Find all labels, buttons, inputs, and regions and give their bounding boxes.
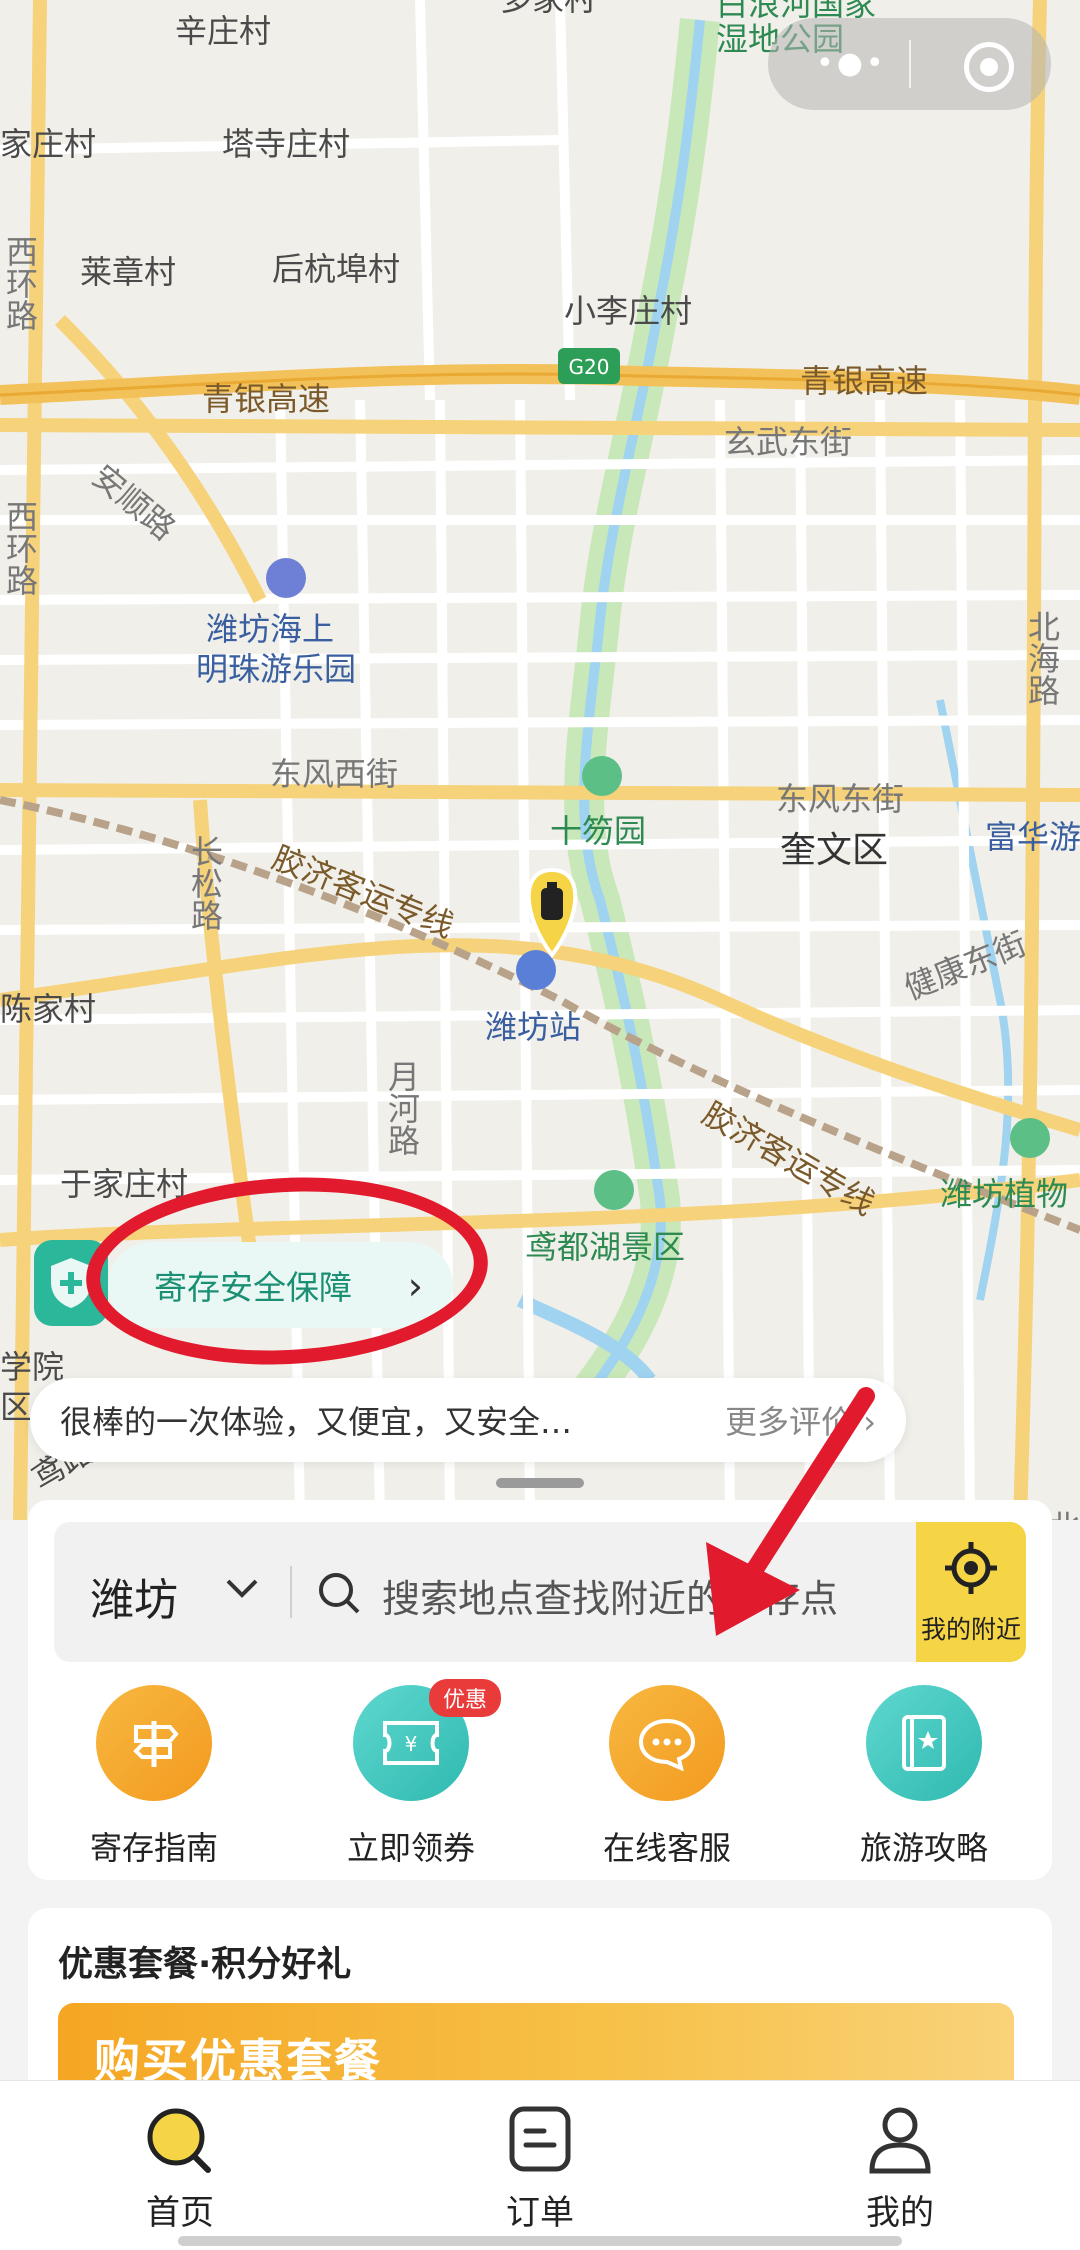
search-bar[interactable]: 潍坊 搜索地点查找附近的寄存点 我的附近 <box>54 1522 1026 1662</box>
quick-action-label: 立即领券 <box>346 1829 475 1867</box>
more-reviews-link[interactable]: 更多评价 › <box>725 1397 876 1443</box>
map-label: 西环路 <box>1 235 39 331</box>
review-banner[interactable]: 很棒的一次体验，又便宜，又安全… 更多评价 › <box>30 1378 906 1462</box>
tab-profile[interactable]: 我的 <box>810 2105 990 2234</box>
map-label: 后杭埠村 <box>272 250 400 288</box>
chat-bubble-icon <box>609 1685 725 1801</box>
quick-action-label: 旅游攻略 <box>859 1829 988 1867</box>
map-label: 学院 <box>0 1348 64 1386</box>
map-label: 奎文区 <box>780 830 888 871</box>
tab-label: 首页 <box>146 2193 214 2233</box>
tab-home[interactable]: 首页 <box>90 2105 270 2234</box>
quick-action-label: 在线客服 <box>602 1829 731 1867</box>
map-label: 区 <box>0 1388 32 1426</box>
guidebook-icon <box>866 1685 982 1801</box>
map-label: 潍坊植物 <box>940 1175 1068 1213</box>
review-text: 很棒的一次体验，又便宜，又安全… <box>60 1403 573 1441</box>
my-nearby-label: 我的附近 <box>920 1615 1021 1644</box>
mini-program-close-icon[interactable] <box>964 42 1014 92</box>
my-nearby-button[interactable]: 我的附近 <box>916 1522 1026 1662</box>
quick-action-online-service[interactable]: 在线客服 <box>577 1685 757 1869</box>
search-magnifier-icon <box>147 2108 211 2173</box>
map-label: 东风东街 <box>776 780 904 818</box>
svg-text:¥: ¥ <box>405 1732 418 1756</box>
quick-action-get-coupon[interactable]: ¥ 优惠 立即领券 <box>321 1679 502 1869</box>
map-label: 青银高速 <box>800 362 928 400</box>
map-label: 东风西街 <box>270 755 398 793</box>
home-indicator <box>178 2236 902 2246</box>
map-label-g20: G20 <box>569 355 610 379</box>
map-label: 小李庄村 <box>564 292 692 330</box>
city-selector[interactable]: 潍坊 <box>90 1564 178 1628</box>
map-label: 潍坊站 <box>485 1008 581 1046</box>
quick-action-label: 寄存指南 <box>89 1829 218 1867</box>
signpost-icon <box>96 1685 212 1801</box>
tab-label: 我的 <box>866 2193 934 2233</box>
order-document-icon <box>509 2106 571 2172</box>
search-icon <box>319 1573 360 1614</box>
chevron-down-icon[interactable] <box>224 1576 260 1600</box>
map-label: 塔寺庄村 <box>222 125 350 163</box>
map-label: 辛庄村 <box>175 12 271 50</box>
map-label: 月河路 <box>383 1060 421 1156</box>
map-label: 莱章村 <box>80 253 176 291</box>
bottom-tab-bar: 首页 订单 我的 <box>0 2080 1080 2250</box>
map-label: 北海路 <box>1023 610 1061 706</box>
quick-action-storage-guide[interactable]: 寄存指南 <box>64 1685 244 1869</box>
safety-guarantee-label: 寄存安全保障 <box>154 1268 352 1307</box>
sheet-drag-handle[interactable] <box>496 1478 584 1488</box>
map-label: 陈家村 <box>0 990 96 1028</box>
map-label: 青银高速 <box>202 380 330 418</box>
chevron-right-icon: › <box>407 1264 423 1308</box>
tab-label: 订单 <box>506 2193 574 2233</box>
map-label: 十笏园 <box>550 812 646 850</box>
discount-badge: 优惠 <box>429 1679 502 1717</box>
search-panel: 潍坊 搜索地点查找附近的寄存点 我的附近 寄存指南 ¥ 优惠 立即领券 在线客服… <box>28 1500 1052 1880</box>
quick-action-travel-guide[interactable]: 旅游攻略 <box>834 1685 1014 1869</box>
search-divider <box>290 1566 292 1618</box>
search-input[interactable]: 搜索地点查找附近的寄存点 <box>382 1568 838 1623</box>
map-label: 西环路 <box>1 500 39 596</box>
map-label: 家庄村 <box>0 125 96 163</box>
locate-target-icon <box>945 1542 997 1594</box>
more-dots-icon[interactable]: •●• <box>816 49 887 79</box>
map-label: 明珠游乐园 <box>196 650 356 688</box>
user-profile-icon <box>869 2107 931 2174</box>
map-label: 鸢都湖景区 <box>525 1228 685 1266</box>
mini-program-capsule: •●• <box>768 18 1051 110</box>
map-label: 多家村 <box>500 0 596 18</box>
map-label: 潍坊海上 <box>206 610 334 648</box>
tab-orders[interactable]: 订单 <box>450 2105 630 2234</box>
map-label: 富华游 <box>985 818 1080 856</box>
shield-icon[interactable] <box>34 1240 108 1326</box>
map-label: 玄武东街 <box>724 423 852 461</box>
map-label: 长松路 <box>186 835 224 931</box>
coupon-icon: ¥ 优惠 <box>353 1679 502 1801</box>
safety-guarantee-button[interactable]: 寄存安全保障 › <box>108 1242 453 1328</box>
promo-title: 优惠套餐·积分好礼 <box>58 1945 352 1985</box>
capsule-divider <box>909 40 911 88</box>
map-label: 于家庄村 <box>60 1165 188 1203</box>
